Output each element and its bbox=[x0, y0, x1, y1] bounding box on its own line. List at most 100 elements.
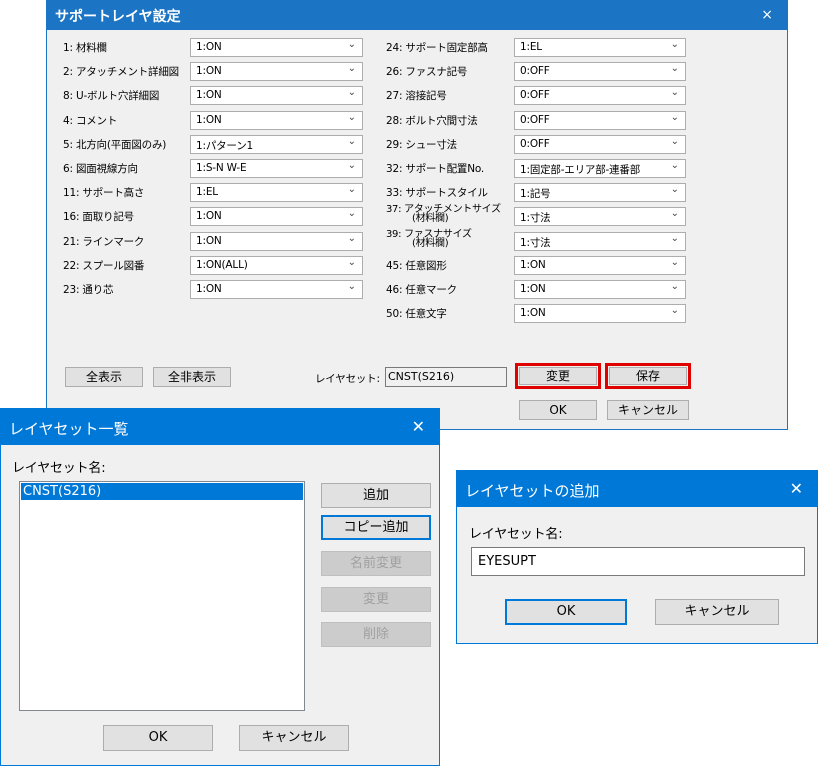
main-dialog-title: サポートレイヤ設定 bbox=[55, 9, 181, 25]
add-name-label: レイヤセット名: bbox=[469, 527, 563, 542]
layer-dropdown[interactable]: 0:OFF ⌄ bbox=[514, 134, 686, 154]
layer-dropdown[interactable]: 1:ON ⌄ bbox=[190, 207, 363, 227]
chevron-down-icon: ⌄ bbox=[347, 111, 356, 123]
list-change-button[interactable]: 変更 bbox=[321, 587, 431, 612]
chevron-down-icon: ⌄ bbox=[670, 39, 679, 50]
dropdown-value: 1:ON bbox=[196, 89, 222, 102]
add-cancel-button[interactable]: キャンセル bbox=[655, 599, 779, 625]
layer-label: 11: サポート高さ bbox=[63, 187, 145, 200]
layer-label: 33: サポートスタイル bbox=[386, 187, 488, 200]
chevron-down-icon: ⌄ bbox=[347, 160, 356, 171]
dropdown-value: 1:EL bbox=[520, 41, 542, 53]
layer-dropdown[interactable]: 1:ON ⌄ bbox=[190, 280, 363, 299]
main-ok-button[interactable]: OK bbox=[519, 400, 597, 420]
layer-dropdown[interactable]: 1:ON ⌄ bbox=[514, 280, 686, 299]
add-title-bar: レイヤセットの追加 ✕ bbox=[457, 471, 817, 507]
dropdown-value: 1:寸法 bbox=[520, 212, 551, 225]
layer-label: 50: 任意文字 bbox=[386, 308, 447, 321]
layer-label: 27: 溶接記号 bbox=[386, 90, 447, 103]
layer-label: 5: 北方向(平面図のみ) bbox=[63, 138, 167, 151]
main-close-icon[interactable]: × bbox=[761, 7, 773, 23]
layer-dropdown[interactable]: 1:ON(ALL) ⌄ bbox=[190, 255, 363, 275]
chevron-down-icon: ⌄ bbox=[347, 135, 356, 147]
support-layer-settings-dialog: サポートレイヤ設定 × 1: 材料欄 1:ON ⌄ 2: アタッチメント詳細図 1:ON… bbox=[46, 0, 788, 430]
layer-dropdown[interactable]: 1:ON ⌄ bbox=[190, 86, 363, 106]
list-dialog-title: レイヤセット一覧 bbox=[9, 420, 129, 438]
change-button[interactable]: 変更 bbox=[519, 367, 597, 385]
add-layerset-dialog: レイヤセットの追加 ✕ レイヤセット名: EYESUPT OK キャンセル bbox=[456, 470, 818, 644]
layer-dropdown[interactable]: 1:パターン1 ⌄ bbox=[190, 134, 363, 154]
list-name-label: レイヤセット名: bbox=[12, 461, 106, 476]
layer-dropdown[interactable]: 1:寸法 ⌄ bbox=[514, 231, 686, 251]
hide-all-button[interactable]: 全非表示 bbox=[153, 367, 231, 387]
layer-dropdown[interactable]: 1:ON ⌄ bbox=[190, 231, 363, 251]
chevron-down-icon: ⌄ bbox=[670, 87, 679, 99]
layer-dropdown[interactable]: 1:EL ⌄ bbox=[190, 183, 363, 203]
layer-label: 22: スプール図番 bbox=[63, 259, 145, 272]
dropdown-value: 0:OFF bbox=[520, 65, 550, 78]
layer-dropdown[interactable]: 1:ON ⌄ bbox=[514, 255, 686, 275]
chevron-down-icon: ⌄ bbox=[347, 63, 356, 75]
chevron-down-icon: ⌄ bbox=[670, 232, 679, 244]
layer-dropdown[interactable]: 1:ON ⌄ bbox=[190, 110, 363, 130]
layerset-list-dialog: レイヤセット一覧 ✕ レイヤセット名: CNST(S216) 追加 コピー追加 … bbox=[0, 408, 440, 766]
layer-label-sub: (材料欄) bbox=[412, 237, 449, 249]
layerset-field: CNST(S216) bbox=[385, 367, 507, 387]
dropdown-value: 0:OFF bbox=[520, 89, 550, 102]
dropdown-value: 1:ON bbox=[196, 210, 222, 223]
chevron-down-icon: ⌄ bbox=[347, 39, 356, 50]
layer-label: 4: コメント bbox=[63, 114, 118, 127]
add-dialog-title: レイヤセットの追加 bbox=[465, 482, 600, 500]
layer-dropdown[interactable]: 1:ON ⌄ bbox=[514, 304, 686, 324]
list-copy-add-button[interactable]: コピー追加 bbox=[321, 515, 431, 540]
add-ok-button[interactable]: OK bbox=[505, 599, 627, 625]
chevron-down-icon: ⌄ bbox=[670, 184, 679, 196]
layer-dropdown[interactable]: 0:OFF ⌄ bbox=[514, 62, 686, 82]
layerset-listbox[interactable]: CNST(S216) bbox=[19, 481, 305, 711]
layer-label: 29: シュー寸法 bbox=[386, 138, 457, 151]
dropdown-value: 1:ON bbox=[520, 307, 546, 320]
add-name-value: EYESUPT bbox=[478, 554, 536, 569]
layer-dropdown[interactable]: 0:OFF ⌄ bbox=[514, 86, 686, 106]
layer-label: 8: U-ボルト穴詳細図 bbox=[63, 90, 160, 103]
chevron-down-icon: ⌄ bbox=[670, 160, 679, 171]
dropdown-value: 1:記号 bbox=[520, 188, 551, 201]
layer-label: 21: ラインマーク bbox=[63, 235, 145, 248]
layer-dropdown[interactable]: 0:OFF ⌄ bbox=[514, 110, 686, 130]
layer-dropdown[interactable]: 1:ON ⌄ bbox=[190, 62, 363, 82]
chevron-down-icon: ⌄ bbox=[347, 256, 356, 268]
add-name-input[interactable]: EYESUPT bbox=[471, 547, 805, 576]
show-all-button[interactable]: 全表示 bbox=[65, 367, 143, 387]
list-add-button[interactable]: 追加 bbox=[321, 483, 431, 508]
list-ok-button[interactable]: OK bbox=[103, 725, 213, 751]
main-cancel-button[interactable]: キャンセル bbox=[607, 400, 689, 420]
layer-dropdown[interactable]: 1:寸法 ⌄ bbox=[514, 207, 686, 227]
chevron-down-icon: ⌄ bbox=[670, 305, 679, 317]
chevron-down-icon: ⌄ bbox=[347, 87, 356, 99]
chevron-down-icon: ⌄ bbox=[670, 208, 679, 220]
layer-label: 23: 通り芯 bbox=[63, 284, 114, 296]
layer-label-two-line: 37: アタッチメントサイズ (材料欄) bbox=[386, 205, 501, 224]
list-rename-button[interactable]: 名前変更 bbox=[321, 551, 431, 576]
layer-label: 16: 面取り記号 bbox=[63, 211, 134, 224]
layer-label: 6: 図面視線方向 bbox=[63, 163, 138, 175]
list-cancel-button[interactable]: キャンセル bbox=[239, 725, 349, 751]
listbox-item[interactable]: CNST(S216) bbox=[21, 483, 303, 500]
chevron-down-icon: ⌄ bbox=[347, 208, 356, 220]
dropdown-value: 1:ON bbox=[196, 283, 222, 295]
list-close-icon[interactable]: ✕ bbox=[412, 417, 425, 436]
dropdown-value: 1:ON bbox=[196, 65, 222, 78]
layer-dropdown[interactable]: 1:記号 ⌄ bbox=[514, 183, 686, 203]
chevron-down-icon: ⌄ bbox=[670, 256, 679, 268]
add-close-icon[interactable]: ✕ bbox=[790, 479, 803, 498]
layer-dropdown[interactable]: 1:S-N W-E ⌄ bbox=[190, 159, 363, 178]
chevron-down-icon: ⌄ bbox=[347, 184, 356, 196]
layer-dropdown[interactable]: 1:固定部-エリア部-連番部 ⌄ bbox=[514, 159, 686, 178]
save-button[interactable]: 保存 bbox=[609, 367, 687, 385]
list-delete-button[interactable]: 削除 bbox=[321, 622, 431, 647]
layer-dropdown[interactable]: 1:EL ⌄ bbox=[514, 38, 686, 57]
layer-dropdown[interactable]: 1:ON ⌄ bbox=[190, 38, 363, 57]
list-title-bar: レイヤセット一覧 ✕ bbox=[1, 409, 439, 445]
layer-label: 26: ファスナ記号 bbox=[386, 66, 468, 79]
layer-label: 1: 材料欄 bbox=[63, 42, 107, 54]
